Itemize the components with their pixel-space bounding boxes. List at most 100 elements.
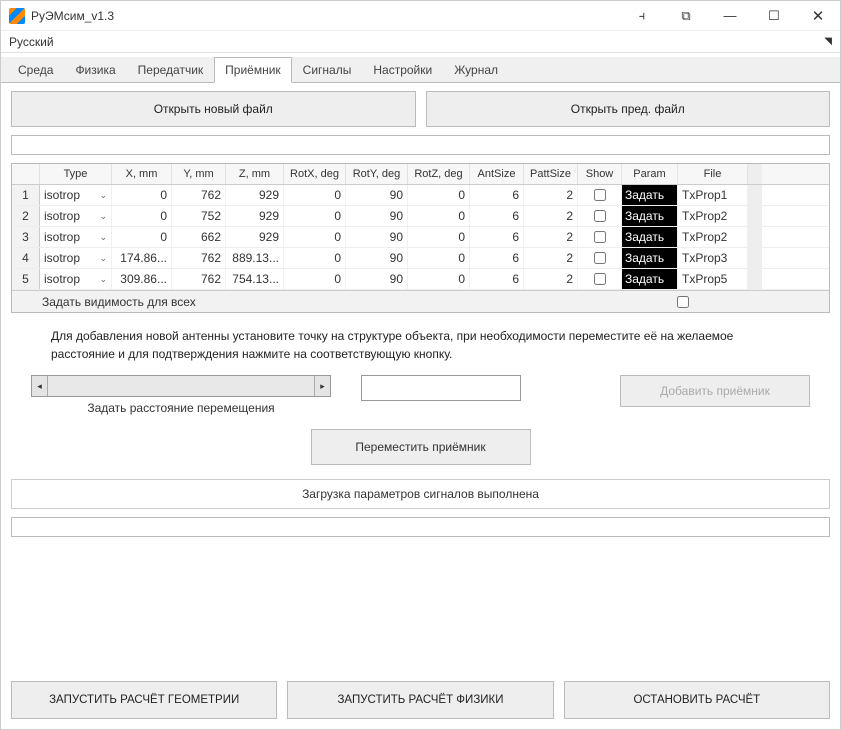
- cell-z[interactable]: 754.13...: [226, 269, 284, 289]
- cell-x[interactable]: 309.86...: [112, 269, 172, 289]
- scrollbar-segment[interactable]: [748, 248, 762, 268]
- cell-y[interactable]: 752: [172, 206, 226, 226]
- cell-roty[interactable]: 90: [346, 227, 408, 247]
- cell-type[interactable]: isotrop⌄: [40, 206, 112, 226]
- col-pattsize[interactable]: PattSize: [524, 164, 578, 184]
- col-type[interactable]: Type: [40, 164, 112, 184]
- chevron-down-icon[interactable]: ⌄: [99, 253, 107, 264]
- add-receiver-button[interactable]: Добавить приёмник: [620, 375, 810, 407]
- show-checkbox[interactable]: [594, 210, 606, 222]
- menu-language[interactable]: Русский: [9, 35, 54, 49]
- cell-pattsize[interactable]: 2: [524, 248, 578, 268]
- cell-rotz[interactable]: 0: [408, 185, 470, 205]
- table-row[interactable]: 5isotrop⌄309.86...762754.13...090062Зада…: [12, 269, 829, 290]
- move-receiver-button[interactable]: Переместить приёмник: [311, 429, 531, 465]
- dock-icon[interactable]: ⧉: [664, 1, 708, 31]
- cell-rotz[interactable]: 0: [408, 206, 470, 226]
- cell-pattsize[interactable]: 2: [524, 206, 578, 226]
- cell-antsize[interactable]: 6: [470, 185, 524, 205]
- tab-signals[interactable]: Сигналы: [292, 57, 363, 82]
- col-x[interactable]: X, mm: [112, 164, 172, 184]
- cell-y[interactable]: 662: [172, 227, 226, 247]
- chevron-down-icon[interactable]: ⌄: [99, 211, 107, 222]
- col-z[interactable]: Z, mm: [226, 164, 284, 184]
- show-checkbox[interactable]: [594, 252, 606, 264]
- cell-rotx[interactable]: 0: [284, 269, 346, 289]
- cell-x[interactable]: 0: [112, 206, 172, 226]
- cell-file[interactable]: TxProp2: [678, 227, 748, 247]
- table-row[interactable]: 4isotrop⌄174.86...762889.13...090062Зада…: [12, 248, 829, 269]
- tab-settings[interactable]: Настройки: [362, 57, 443, 82]
- cell-pattsize[interactable]: 2: [524, 185, 578, 205]
- param-button[interactable]: Задать: [622, 269, 678, 289]
- cell-show[interactable]: [578, 269, 622, 289]
- col-show[interactable]: Show: [578, 164, 622, 184]
- col-roty[interactable]: RotY, deg: [346, 164, 408, 184]
- open-new-file-button[interactable]: Открыть новый файл: [11, 91, 416, 127]
- cell-z[interactable]: 889.13...: [226, 248, 284, 268]
- col-file[interactable]: File: [678, 164, 748, 184]
- scrollbar-segment[interactable]: [748, 269, 762, 289]
- table-row[interactable]: 2isotrop⌄0752929090062ЗадатьTxProp2: [12, 206, 829, 227]
- show-checkbox[interactable]: [594, 231, 606, 243]
- cell-z[interactable]: 929: [226, 206, 284, 226]
- toolstrip-collapse-icon[interactable]: ⫞: [620, 1, 664, 31]
- cell-y[interactable]: 762: [172, 248, 226, 268]
- cell-file[interactable]: TxProp5: [678, 269, 748, 289]
- cell-file[interactable]: TxProp3: [678, 248, 748, 268]
- cell-z[interactable]: 929: [226, 185, 284, 205]
- run-physics-button[interactable]: ЗАПУСТИТЬ РАСЧЁТ ФИЗИКИ: [287, 681, 553, 719]
- tab-rx[interactable]: Приёмник: [214, 57, 292, 83]
- slider-right-arrow-icon[interactable]: ▸: [314, 376, 330, 396]
- cell-pattsize[interactable]: 2: [524, 269, 578, 289]
- cell-antsize[interactable]: 6: [470, 227, 524, 247]
- col-antsize[interactable]: AntSize: [470, 164, 524, 184]
- tab-log[interactable]: Журнал: [443, 57, 509, 82]
- param-button[interactable]: Задать: [622, 206, 678, 226]
- minimize-icon[interactable]: —: [708, 1, 752, 31]
- cell-type[interactable]: isotrop⌄: [40, 248, 112, 268]
- cell-show[interactable]: [578, 206, 622, 226]
- cell-rotx[interactable]: 0: [284, 185, 346, 205]
- cell-rotx[interactable]: 0: [284, 227, 346, 247]
- cell-type[interactable]: isotrop⌄: [40, 227, 112, 247]
- tab-physics[interactable]: Физика: [64, 57, 126, 82]
- cell-pattsize[interactable]: 2: [524, 227, 578, 247]
- cell-roty[interactable]: 90: [346, 185, 408, 205]
- scrollbar-segment[interactable]: [748, 206, 762, 226]
- cell-roty[interactable]: 90: [346, 248, 408, 268]
- param-button[interactable]: Задать: [622, 248, 678, 268]
- chevron-down-icon[interactable]: ⌄: [99, 232, 107, 243]
- scrollbar-segment[interactable]: [748, 227, 762, 247]
- stop-calc-button[interactable]: ОСТАНОВИТЬ РАСЧЁТ: [564, 681, 830, 719]
- cell-x[interactable]: 174.86...: [112, 248, 172, 268]
- chevron-down-icon[interactable]: ⌄: [99, 274, 107, 285]
- col-rotx[interactable]: RotX, deg: [284, 164, 346, 184]
- vis-all-checkbox[interactable]: [677, 296, 689, 308]
- cell-rotx[interactable]: 0: [284, 206, 346, 226]
- cell-type[interactable]: isotrop⌄: [40, 269, 112, 289]
- cell-show[interactable]: [578, 185, 622, 205]
- cell-show[interactable]: [578, 248, 622, 268]
- tab-env[interactable]: Среда: [7, 57, 64, 82]
- file-path-field[interactable]: [11, 135, 830, 155]
- cell-x[interactable]: 0: [112, 227, 172, 247]
- col-rotz[interactable]: RotZ, deg: [408, 164, 470, 184]
- cell-rotz[interactable]: 0: [408, 227, 470, 247]
- maximize-icon[interactable]: ☐: [752, 1, 796, 31]
- cell-antsize[interactable]: 6: [470, 248, 524, 268]
- cell-rotz[interactable]: 0: [408, 269, 470, 289]
- cell-antsize[interactable]: 6: [470, 206, 524, 226]
- close-icon[interactable]: ✕: [796, 1, 840, 31]
- show-checkbox[interactable]: [594, 189, 606, 201]
- cell-y[interactable]: 762: [172, 269, 226, 289]
- cell-y[interactable]: 762: [172, 185, 226, 205]
- cell-file[interactable]: TxProp2: [678, 206, 748, 226]
- cell-x[interactable]: 0: [112, 185, 172, 205]
- distance-input[interactable]: [361, 375, 521, 401]
- cell-type[interactable]: isotrop⌄: [40, 185, 112, 205]
- chevron-down-icon[interactable]: ⌄: [99, 190, 107, 201]
- open-prev-file-button[interactable]: Открыть пред. файл: [426, 91, 831, 127]
- param-button[interactable]: Задать: [622, 185, 678, 205]
- cell-rotx[interactable]: 0: [284, 248, 346, 268]
